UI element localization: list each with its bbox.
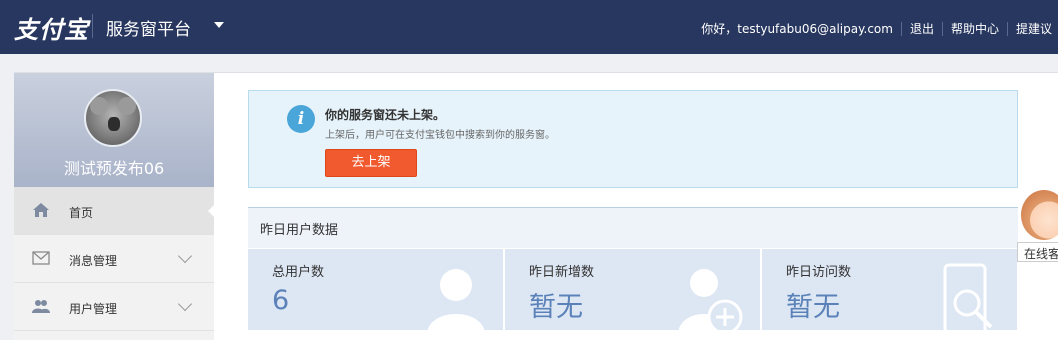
publish-button[interactable]: 去上架: [325, 149, 417, 177]
user-stats-section: 昨日用户数据 总用户数 6 昨日新增数 暂无 昨日访问数 暂无: [248, 207, 1018, 330]
platform-title[interactable]: 服务窗平台: [106, 15, 191, 40]
sidebar-item-label: 首页: [69, 206, 94, 220]
stat-label: 总用户数: [272, 265, 325, 280]
unpublished-notice: i 你的服务窗还未上架。 上架后，用户可在支付宝钱包中搜索到你的服务窗。 去上架: [248, 90, 1018, 188]
chevron-down-icon[interactable]: [214, 22, 224, 28]
chevron-down-icon[interactable]: [177, 296, 193, 312]
user-silhouette-icon: [427, 269, 485, 330]
nav-divider: [1006, 21, 1008, 36]
stat-card-total-users: 总用户数 6: [248, 249, 503, 330]
sidebar-item-label: 用户管理: [69, 302, 118, 316]
logo-divider: [92, 14, 93, 38]
add-user-icon: [678, 269, 743, 330]
stat-label: 昨日新增数: [529, 265, 595, 280]
mail-icon: [32, 251, 50, 265]
stats-header: 昨日用户数据: [248, 208, 1018, 248]
avatar-nose: [108, 117, 120, 131]
avatar-ear: [118, 97, 136, 115]
feedback-link[interactable]: 提建议: [1016, 20, 1052, 37]
online-service-label[interactable]: 在线客: [1017, 242, 1058, 262]
top-nav: 你好，testyufabu06@alipay.com 退出 帮助中心 提建议: [701, 20, 1052, 37]
chevron-down-icon[interactable]: [177, 248, 193, 264]
sidebar-item-users[interactable]: 用户管理: [14, 283, 214, 331]
info-icon: i: [287, 105, 315, 133]
nav-divider: [900, 21, 902, 36]
sidebar-item-messages[interactable]: 消息管理: [14, 235, 214, 283]
main-panel: 测试预发布06 首页 消息管理 用户管理 i 你的服务窗还未上架。 上架后，用户…: [14, 72, 1058, 340]
sidebar: 测试预发布06 首页 消息管理 用户管理: [14, 73, 214, 340]
logout-link[interactable]: 退出: [910, 20, 934, 37]
avatar[interactable]: [84, 89, 142, 147]
users-icon: [32, 300, 50, 313]
nav-divider: [941, 21, 943, 36]
sidebar-item-home[interactable]: 首页: [14, 187, 214, 235]
stat-value: 暂无: [786, 292, 840, 323]
profile-card: 测试预发布06: [14, 73, 214, 187]
notice-description: 上架后，用户可在支付宝钱包中搜索到你的服务窗。: [325, 130, 555, 141]
stat-label: 昨日访问数: [786, 265, 852, 280]
home-icon: [33, 203, 49, 217]
stat-card-visits: 昨日访问数 暂无: [762, 249, 1017, 330]
service-avatar-icon[interactable]: [1021, 190, 1058, 240]
sidebar-item-label: 消息管理: [69, 254, 118, 268]
notice-title: 你的服务窗还未上架。: [325, 108, 446, 122]
top-bar: 支付宝 服务窗平台 你好，testyufabu06@alipay.com 退出 …: [0, 0, 1058, 54]
stat-card-new-users: 昨日新增数 暂无: [505, 249, 760, 330]
stat-value: 暂无: [529, 292, 583, 323]
online-service-widget[interactable]: 在线客: [1017, 190, 1058, 262]
stat-value: 6: [272, 285, 290, 316]
user-greeting: 你好，testyufabu06@alipay.com: [701, 22, 893, 36]
phone-search-icon: [943, 263, 993, 330]
avatar-ear: [90, 97, 108, 115]
help-center-link[interactable]: 帮助中心: [951, 20, 999, 37]
profile-name: 测试预发布06: [63, 159, 165, 178]
alipay-logo[interactable]: 支付宝: [14, 10, 89, 45]
